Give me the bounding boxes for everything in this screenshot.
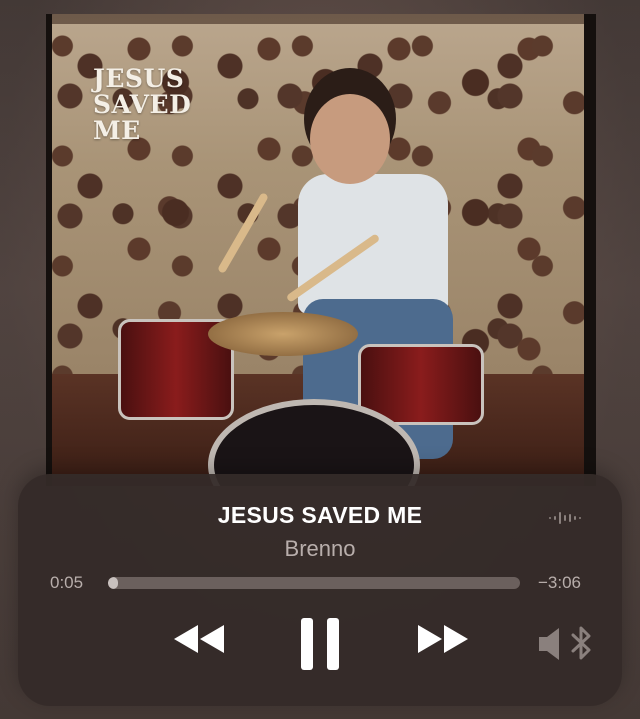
film-edge-left xyxy=(46,14,52,486)
rewind-button[interactable] xyxy=(170,622,226,661)
artwork-child-head xyxy=(310,94,390,184)
album-cover-title: JESUS SAVED ME xyxy=(93,64,192,145)
song-title: JESUS SAVED ME xyxy=(217,502,423,528)
artist-name[interactable]: Brenno xyxy=(18,536,622,562)
film-edge-right xyxy=(584,14,596,486)
artwork-cymbal xyxy=(208,312,358,356)
pause-button[interactable] xyxy=(301,618,341,675)
remaining-time: −3:06 xyxy=(538,573,582,592)
elapsed-time: 0:05 xyxy=(50,573,84,592)
now-playing-panel: JESUS SAVED ME Brenno 0:05 −3:06 xyxy=(18,474,622,706)
audio-output-button[interactable] xyxy=(537,624,595,669)
pause-icon xyxy=(301,618,339,670)
progress-scrubber[interactable] xyxy=(108,577,520,589)
album-artwork[interactable]: JESUS SAVED ME xyxy=(48,14,596,486)
waveform-icon xyxy=(549,512,581,524)
speaker-bluetooth-icon xyxy=(539,626,591,660)
fast-forward-button[interactable] xyxy=(416,622,472,661)
backward-icon xyxy=(174,625,224,653)
progress-fill xyxy=(108,577,119,589)
forward-icon xyxy=(418,625,468,653)
